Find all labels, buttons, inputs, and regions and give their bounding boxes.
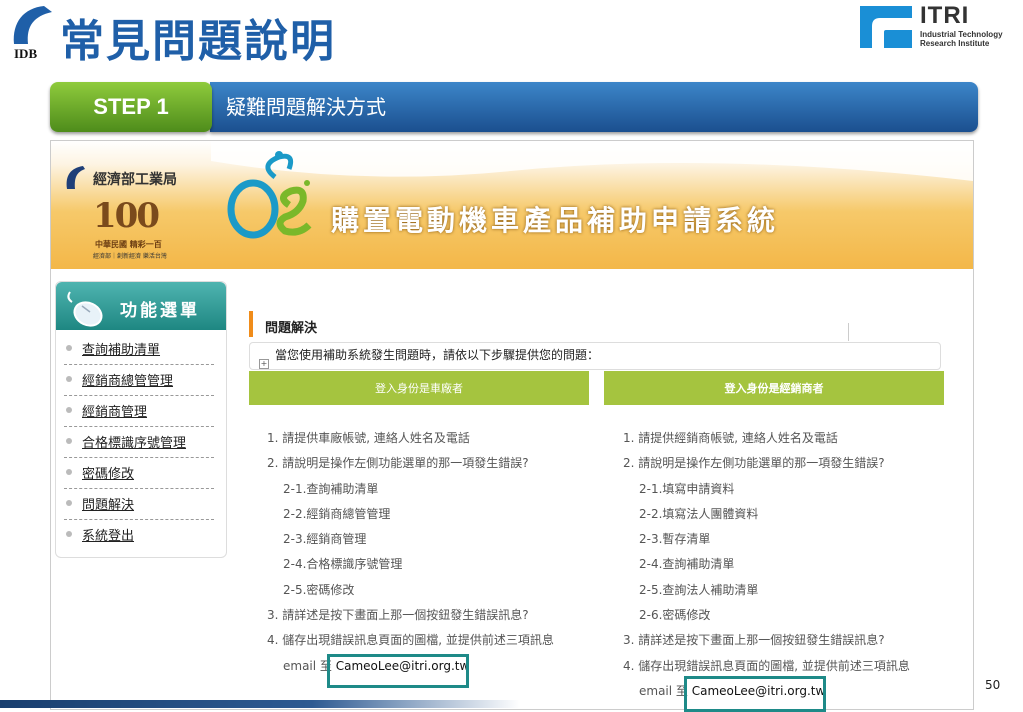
email-highlight-box [327, 654, 469, 688]
bullet-icon [66, 531, 72, 537]
bullet-icon [66, 438, 72, 444]
system-title: 購置電動機車產品補助申請系統 [331, 204, 780, 237]
list-item: 2-1.查詢補助清單 [283, 481, 379, 496]
tab-dealer[interactable]: 登入身份是經銷商者 [604, 371, 944, 405]
list-item: 2-6.密碼修改 [639, 608, 711, 623]
list-item: 2. 請說明是操作左側功能選單的那一項發生錯誤? [267, 456, 529, 471]
list-item: 2-4.查詢補助清單 [639, 557, 735, 572]
eps-logo-icon [227, 151, 312, 239]
menu-item-label: 經銷商管理 [82, 405, 148, 420]
menu-item-label: 查詢補助清單 [82, 343, 161, 358]
page-title: 常見問題說明 [60, 16, 336, 67]
slide-bottom-decoration [0, 700, 520, 708]
list-item: 2-3.經銷商管理 [283, 532, 367, 547]
email-prefix: email 至 [639, 683, 688, 698]
menu-item-label: 經銷商總管管理 [82, 374, 174, 389]
list-item: 2-1.填寫申請資料 [639, 481, 735, 496]
page-number: 50 [985, 678, 1001, 692]
mouse-icon [67, 291, 103, 327]
bullet-icon [66, 500, 72, 506]
list-item: 1. 請提供經銷商帳號, 連絡人姓名及電話 [623, 431, 838, 445]
menu-item-logout[interactable]: 系統登出 [64, 520, 214, 550]
bullet-icon [66, 469, 72, 475]
centennial-subcaption: 經濟部｜創新經濟 樂活台灣 [93, 253, 167, 260]
list-item: 2-4.合格標識序號管理 [283, 557, 403, 572]
itri-logo [860, 6, 912, 48]
centennial-caption: 中華民國 精彩一百 [95, 240, 162, 249]
bullet-icon [66, 407, 72, 413]
menu-item-label: 問題解決 [82, 498, 135, 513]
agency-name: 經濟部工業局 [93, 172, 177, 188]
manufacturer-steps: 1. 請提供車廠帳號, 連絡人姓名及電話 2. 請說明是操作左側功能選單的那一項… [267, 426, 554, 679]
step-label: STEP 1 [50, 82, 212, 132]
menu-title: 功能選單 [120, 301, 200, 321]
list-item: 2-5.查詢法人補助清單 [639, 582, 759, 597]
divider [848, 323, 849, 341]
list-item: 2-2.經銷商總管管理 [283, 506, 391, 521]
bullet-icon [66, 376, 72, 382]
list-item: 2. 請說明是操作左側功能選單的那一項發生錯誤? [623, 456, 885, 471]
intro-text: 當您使用補助系統發生問題時，請依以下步驟提供您的問題： [275, 348, 600, 362]
function-menu: 功能選單 查詢補助清單 經銷商總管管理 經銷商管理 合格標識序號管理 密碼修改 … [55, 281, 227, 558]
dealer-steps: 1. 請提供經銷商帳號, 連絡人姓名及電話 2. 請說明是操作左側功能選單的那一… [623, 426, 910, 704]
menu-item-serial-number[interactable]: 合格標識序號管理 [64, 427, 214, 458]
centennial-logo: 100 [93, 196, 160, 236]
expand-icon[interactable]: + [259, 359, 269, 369]
menu-item-password[interactable]: 密碼修改 [64, 458, 214, 489]
embedded-screenshot: 經濟部工業局 100 中華民國 精彩一百 經濟部｜創新經濟 樂活台灣 購置電動機… [50, 140, 974, 710]
section-title: 問題解決 [265, 321, 318, 336]
list-item: 1. 請提供車廠帳號, 連絡人姓名及電話 [267, 431, 470, 445]
menu-item-label: 合格標識序號管理 [82, 436, 187, 451]
moea-icon [66, 166, 85, 189]
section-marker [249, 311, 253, 337]
menu-item-dealer-hq[interactable]: 經銷商總管管理 [64, 365, 214, 396]
bullet-icon [66, 345, 72, 351]
list-item: 4. 儲存出現錯誤訊息頁面的圖檔, 並提供前述三項訊息 [267, 633, 554, 648]
menu-item-dealer[interactable]: 經銷商管理 [64, 396, 214, 427]
menu-item-query-subsidy[interactable]: 查詢補助清單 [64, 334, 214, 365]
itri-subtitle: Industrial Technology Research Institute [920, 30, 1003, 48]
list-item: 2-5.密碼修改 [283, 582, 355, 597]
email-highlight-box [684, 676, 826, 712]
idb-label: IDB [14, 46, 38, 61]
menu-item-troubleshoot[interactable]: 問題解決 [64, 489, 214, 520]
menu-item-label: 系統登出 [82, 529, 135, 544]
list-item: 3. 請詳述是按下畫面上那一個按鈕發生錯誤訊息? [267, 608, 529, 623]
list-item: 3. 請詳述是按下畫面上那一個按鈕發生錯誤訊息? [623, 633, 885, 648]
step-title: 疑難問題解決方式 [226, 95, 386, 119]
menu-item-label: 密碼修改 [82, 467, 135, 482]
email-prefix: email 至 [283, 658, 332, 673]
list-item: 2-2.填寫法人團體資料 [639, 506, 759, 521]
itri-name: ITRI [920, 2, 970, 29]
tab-manufacturer[interactable]: 登入身份是車廠者 [249, 371, 589, 405]
list-item: 2-3.暫存清單 [639, 532, 711, 547]
